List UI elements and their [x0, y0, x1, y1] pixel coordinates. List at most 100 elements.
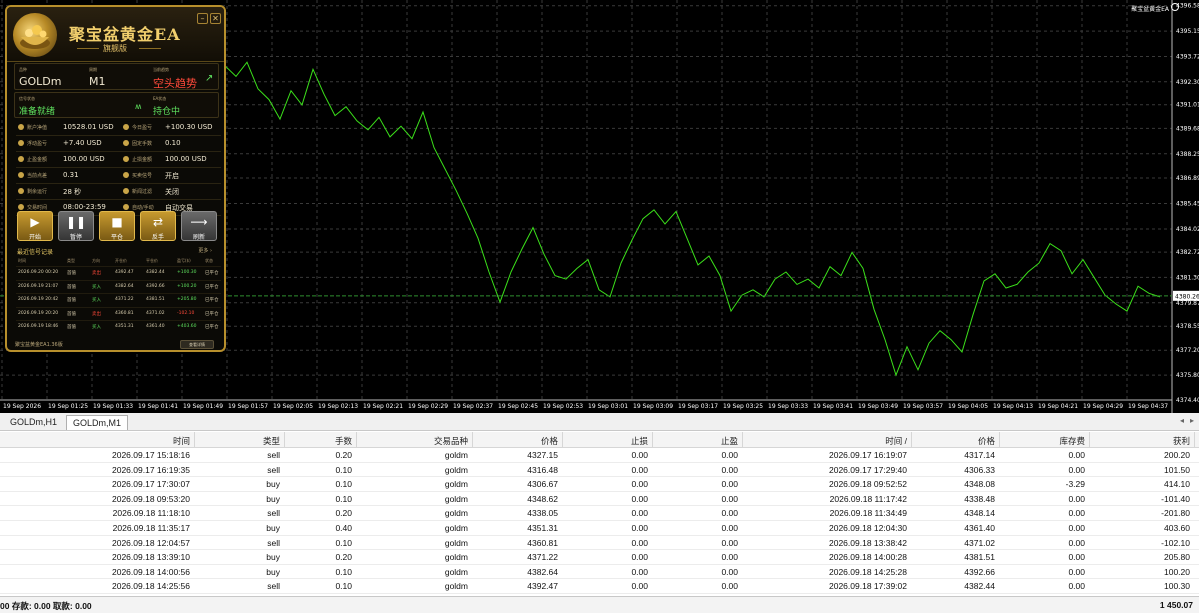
- col-header-symbol[interactable]: 交易品种: [434, 435, 468, 447]
- cell-type: buy: [266, 523, 280, 533]
- ea-edition: 旗舰版: [103, 44, 127, 53]
- pause-button[interactable]: ❚❚ 暂停: [58, 211, 94, 241]
- column-divider[interactable]: [1194, 432, 1195, 448]
- sig-time: 2026.09.19 21:07: [18, 283, 59, 289]
- table-row[interactable]: 2026.09.17 17:30:07 buy 0.10 goldm 4306.67 0.…: [0, 477, 1199, 492]
- close-position-button[interactable]: ■ 平仓: [99, 211, 135, 241]
- refresh-button[interactable]: ⟶ 刷新: [181, 211, 217, 241]
- price-axis-label: 4392.30: [1176, 79, 1199, 86]
- sig-direction: 卖出: [92, 311, 101, 317]
- table-row[interactable]: 2026.09.18 11:18:10 sell 0.20 goldm 4338.05 0…: [0, 506, 1199, 521]
- time-axis-label: 19 Sep 01:25: [48, 403, 88, 410]
- tab-scroll-right-icon[interactable]: ▸: [1190, 416, 1194, 425]
- column-divider[interactable]: [356, 432, 357, 448]
- cell-stop-loss: 0.00: [631, 581, 648, 592]
- sig-status: 已平仓: [205, 325, 219, 330]
- column-divider[interactable]: [911, 432, 912, 448]
- table-row[interactable]: 2026.09.18 09:53:20 buy 0.10 goldm 4348.62 0.…: [0, 492, 1199, 507]
- trend-label: 当前趋势: [153, 67, 169, 72]
- sig-head-open: 开仓价: [115, 258, 127, 263]
- table-row[interactable]: 2026.09.18 14:25:56 sell 0.10 goldm 4392.47 0…: [0, 579, 1199, 594]
- column-divider[interactable]: [652, 432, 653, 448]
- details-button[interactable]: 查看详情: [180, 340, 214, 349]
- start-button[interactable]: ▶ 开始: [17, 211, 53, 241]
- ea-title: 聚宝盆黄金EA: [69, 25, 181, 44]
- col-header-take-profit[interactable]: 止盈: [721, 435, 738, 447]
- sig-close-price: 4382.44: [146, 270, 165, 275]
- today-pnl-value: +100.30 USD: [165, 123, 213, 131]
- swap-icon: ⇄: [152, 215, 164, 229]
- cell-profit: 100.30: [1164, 581, 1190, 592]
- refresh-label: 刷新: [192, 234, 205, 241]
- table-row[interactable]: 2026.09.18 14:00:56 buy 0.10 goldm 4382.64 0.…: [0, 565, 1199, 580]
- cell-volume: 0.10: [335, 493, 352, 504]
- price-axis-label: 4395.15: [1176, 28, 1199, 35]
- equity-label: 账户净值: [27, 125, 48, 131]
- period-value: M1: [89, 75, 106, 88]
- fixed-lot-label: 固定手数: [132, 141, 153, 147]
- price-axis-label: 4385.45: [1176, 201, 1199, 208]
- time-axis-label: 19 Sep 02:05: [273, 403, 313, 410]
- reverse-label: 反手: [151, 234, 164, 241]
- cell-take-profit: 0.00: [721, 537, 738, 548]
- cell-type: buy: [266, 566, 280, 577]
- column-divider[interactable]: [1089, 432, 1090, 448]
- table-row[interactable]: 2026.09.17 15:18:16 sell 0.20 goldm 4327.15 0…: [0, 448, 1199, 463]
- cell-symbol: goldm: [444, 479, 468, 490]
- cell-volume: 0.10: [335, 581, 352, 592]
- equity-value: 10528.01 USD: [63, 123, 114, 131]
- price-line-series: [224, 61, 1161, 377]
- status-bar: 00 存款: 0.00 取款: 0.00 1 450.07: [0, 596, 1199, 613]
- column-divider[interactable]: [562, 432, 563, 448]
- time-axis-label: 19 Sep 03:09: [633, 403, 673, 410]
- table-row[interactable]: 2026.09.18 13:39:10 buy 0.20 goldm 4371.22 0.…: [0, 550, 1199, 565]
- table-row[interactable]: 2026.09.18 12:04:57 sell 0.10 goldm 4360.81 0…: [0, 536, 1199, 551]
- cell-close-time: 2026.09.17 16:19:07: [829, 450, 907, 460]
- sig-head-close: 平仓价: [146, 258, 158, 263]
- cell-swap: 0.00: [1068, 566, 1085, 577]
- stop-icon: ■: [111, 215, 123, 229]
- col-header-type[interactable]: 类型: [263, 435, 280, 447]
- cell-take-profit: 0.00: [721, 464, 738, 475]
- cell-close-price: 4317.14: [964, 450, 995, 460]
- col-header-close-time[interactable]: 时间 /: [885, 435, 907, 447]
- cell-symbol: goldm: [444, 493, 468, 504]
- tab-goldm-m1[interactable]: GOLDm,M1: [66, 415, 129, 430]
- col-header-volume[interactable]: 手数: [335, 435, 352, 447]
- col-header-profit[interactable]: 获利: [1173, 435, 1190, 447]
- col-header-close-price[interactable]: 价格: [978, 435, 995, 447]
- close-button[interactable]: ✕: [210, 13, 221, 24]
- signal-row: 2026.09.19 20:42 首值 买入 4371.22 4381.51 +205.8…: [16, 293, 221, 306]
- signal-value: 准备就绪: [19, 107, 56, 117]
- cell-stop-loss: 0.00: [631, 552, 648, 563]
- time-axis-label: 19 Sep 03:49: [858, 403, 898, 410]
- time-axis-label: 19 Sep 04:37: [1128, 403, 1168, 410]
- col-header-stop-loss[interactable]: 止损: [631, 435, 648, 447]
- col-header-open-price[interactable]: 价格: [541, 435, 558, 447]
- close-position-label: 平仓: [110, 234, 123, 241]
- sig-direction: 卖出: [92, 271, 101, 276]
- col-header-swap[interactable]: 库存费: [1059, 435, 1085, 447]
- column-divider[interactable]: [194, 432, 195, 448]
- cell-symbol: goldm: [444, 537, 468, 548]
- col-header-open-time[interactable]: 时间: [173, 435, 190, 447]
- cell-profit: 205.80: [1164, 552, 1190, 563]
- cell-volume: 0.20: [335, 508, 352, 519]
- column-divider[interactable]: [472, 432, 473, 448]
- minimize-button[interactable]: –: [197, 13, 208, 24]
- column-divider[interactable]: [742, 432, 743, 448]
- table-row[interactable]: 2026.09.18 11:35:17 buy 0.40 goldm 4351.31 0.…: [0, 521, 1199, 536]
- info-row: 剩余运行 28 秒 新闻过滤 关闭: [16, 184, 221, 200]
- column-divider[interactable]: [999, 432, 1000, 448]
- chart-icon: [18, 140, 24, 146]
- cell-type: sell: [267, 450, 280, 460]
- tab-scroll-left-icon[interactable]: ◂: [1180, 416, 1184, 425]
- signal-row: 2026.09.19 20:20 首值 卖出 4360.81 4371.02 -102.1…: [16, 306, 221, 320]
- cell-take-profit: 0.00: [721, 493, 738, 504]
- table-row[interactable]: 2026.09.17 16:19:35 sell 0.10 goldm 4316.48 0…: [0, 463, 1199, 478]
- tab-goldm-h1[interactable]: GOLDm,H1: [4, 415, 63, 430]
- reverse-button[interactable]: ⇄ 反手: [140, 211, 176, 241]
- cell-profit: 414.10: [1164, 479, 1190, 490]
- column-divider[interactable]: [284, 432, 285, 448]
- signals-more-link[interactable]: 更多 ›: [198, 247, 212, 254]
